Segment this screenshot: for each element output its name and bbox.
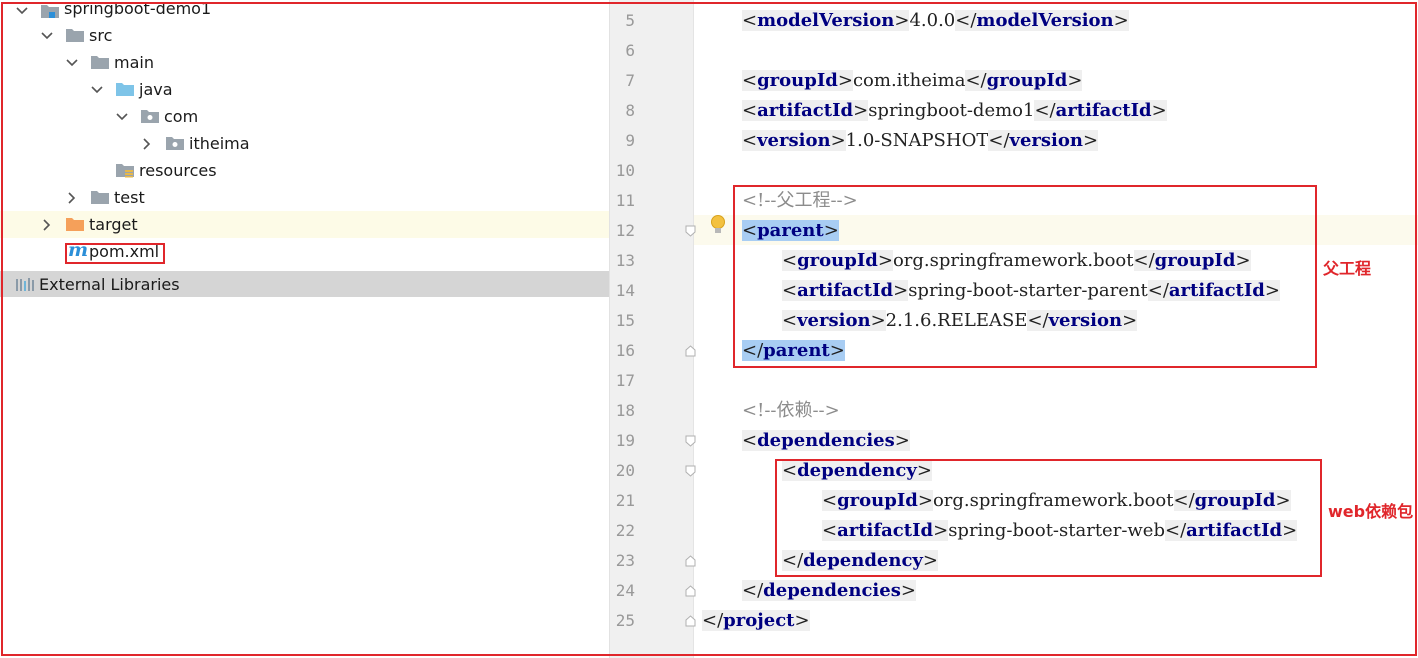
annotation-web-label: web依赖包 <box>1328 502 1414 521</box>
pom-highlight-box <box>65 243 165 264</box>
parent-highlight-box <box>733 185 1317 368</box>
dependency-highlight-box <box>775 459 1322 577</box>
annotation-parent-label: 父工程 <box>1323 259 1372 278</box>
